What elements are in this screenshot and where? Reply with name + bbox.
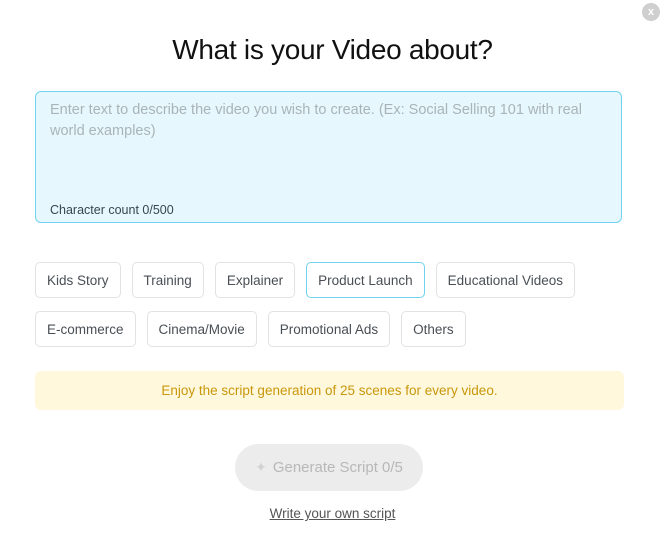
- category-chip-product-launch[interactable]: Product Launch: [306, 262, 425, 298]
- category-chip-others[interactable]: Others: [401, 311, 466, 347]
- category-chip-promotional-ads[interactable]: Promotional Ads: [267, 311, 391, 347]
- description-box: Character count 0/500: [35, 91, 622, 223]
- sparkle-icon: ✦: [255, 459, 267, 475]
- category-chips: Kids Story Training Explainer Product La…: [35, 262, 635, 347]
- category-chip-e-commerce[interactable]: E-commerce: [35, 311, 136, 347]
- page-title: What is your Video about?: [172, 34, 493, 65]
- description-input[interactable]: [50, 100, 610, 180]
- category-chip-explainer[interactable]: Explainer: [214, 262, 296, 298]
- category-chip-cinema-movie[interactable]: Cinema/Movie: [146, 311, 257, 347]
- info-banner: Enjoy the script generation of 25 scenes…: [35, 371, 624, 410]
- category-chip-training[interactable]: Training: [131, 262, 204, 298]
- generate-script-label: Generate Script 0/5: [272, 459, 403, 476]
- generate-script-button[interactable]: ✦ Generate Script 0/5: [235, 444, 423, 491]
- category-chip-kids-story[interactable]: Kids Story: [35, 262, 121, 298]
- close-button[interactable]: x: [642, 3, 660, 21]
- close-icon: x: [647, 6, 655, 18]
- write-own-script-link[interactable]: Write your own script: [270, 506, 396, 521]
- category-chip-educational-videos[interactable]: Educational Videos: [435, 262, 576, 298]
- character-count: Character count 0/500: [50, 203, 174, 217]
